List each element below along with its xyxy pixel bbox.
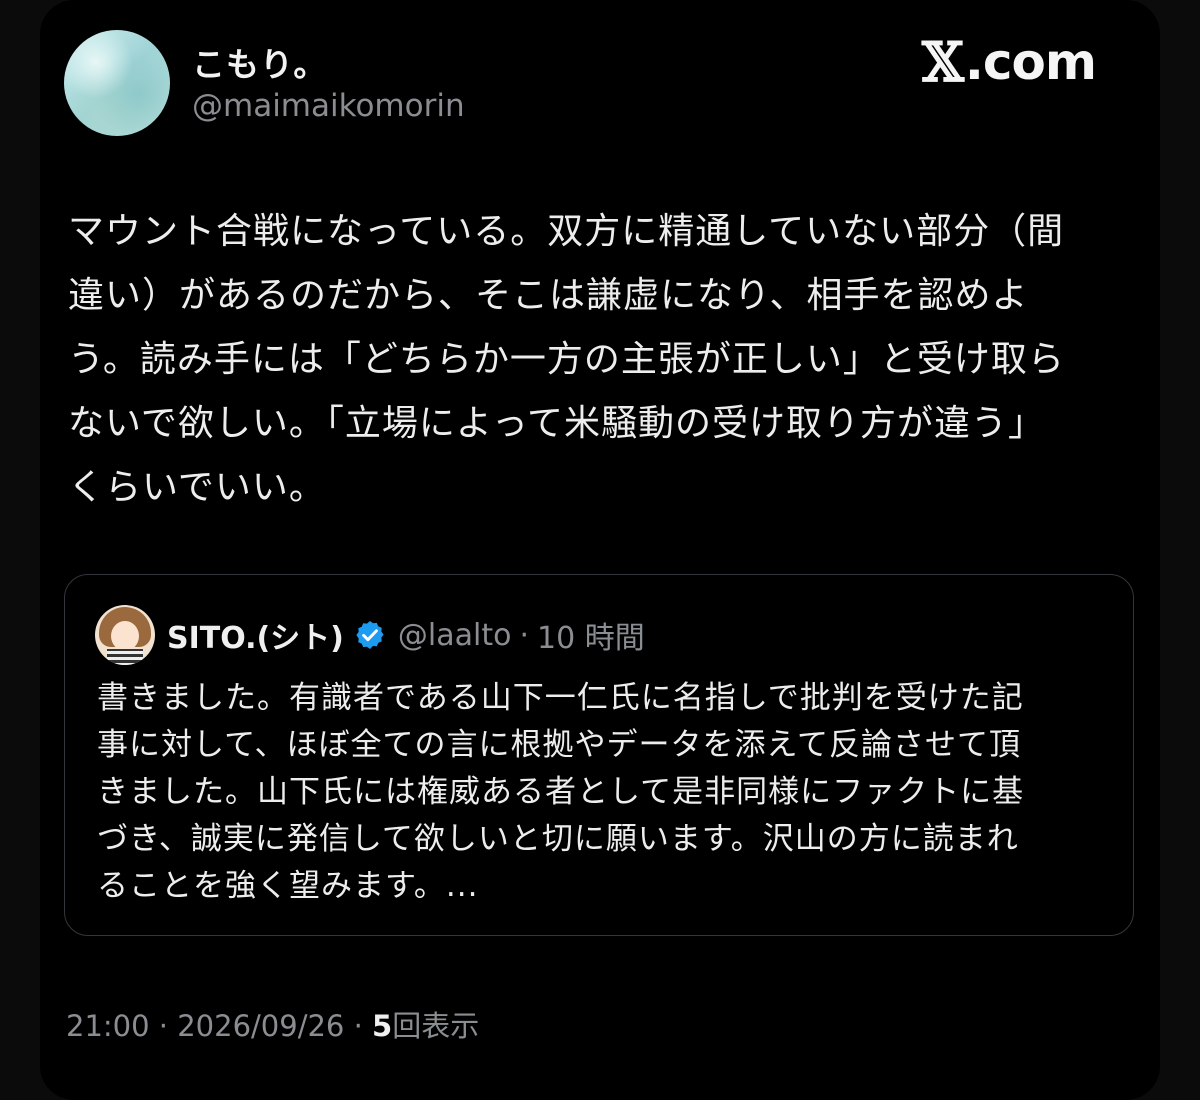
post-text-line: う。読み手には「どちらか一方の主張が正しい」と受け取ら xyxy=(68,339,1065,380)
meta-separator: · xyxy=(158,1009,169,1043)
post-text-line: ないで欲しい。「立場によって米騒動の受け取り方が違う」 xyxy=(68,403,1046,444)
quoted-text-line: づき、誠実に発信して欲しいと切に願います。沢山の方に読まれ xyxy=(97,821,1019,857)
quoted-post[interactable]: SITO.(シト) @laalto · 10 時間 書きました。有識者である山下… xyxy=(64,574,1134,936)
quoted-separator: · xyxy=(519,617,530,653)
views-label: 回表示 xyxy=(392,1009,480,1043)
post-date[interactable]: 2026/09/26 xyxy=(177,1009,344,1043)
views-count[interactable]: 5 xyxy=(372,1009,392,1043)
quoted-text: 書きました。有識者である山下一仁氏に名指しで批判を受けた記 事に対して、ほぼ全て… xyxy=(97,675,1107,910)
post-text-line: くらいでいい。 xyxy=(68,467,326,508)
post-text: マウント合戦になっている。双方に精通していない部分（間 違い）があるのだから、そ… xyxy=(68,200,1138,520)
avatar-shirt xyxy=(107,649,143,665)
quoted-text-line: 事に対して、ほぼ全ての言に根拠やデータを添えて反論させて頂 xyxy=(97,727,1021,763)
post-meta: 21:00 · 2026/09/26 · 5回表示 xyxy=(66,1003,479,1045)
quoted-timestamp[interactable]: 10 時間 xyxy=(537,613,645,657)
post-text-line: 違い）があるのだから、そこは謙虚になり、相手を認めよ xyxy=(68,275,1029,316)
avatar-face xyxy=(111,621,139,651)
quoted-text-line: きました。山下氏には権威ある者として是非同様にファクトに基 xyxy=(97,774,1025,810)
author-handle[interactable]: @maimaikomorin xyxy=(192,88,465,124)
quoted-author-handle[interactable]: @laalto xyxy=(398,618,512,653)
verified-badge-icon xyxy=(356,621,384,649)
meta-separator: · xyxy=(353,1009,363,1043)
post-time[interactable]: 21:00 xyxy=(66,1009,150,1043)
quoted-author-name[interactable]: SITO.(シト) xyxy=(167,613,344,657)
author-display-name[interactable]: こもり。 xyxy=(192,38,327,86)
brand-suffix: .com xyxy=(964,33,1097,91)
quoted-text-line: ることを強く望みます。... xyxy=(97,868,479,904)
x-com-logo: 𝕏 .com xyxy=(922,30,1097,94)
quoted-author-avatar[interactable] xyxy=(95,605,155,665)
post-text-line: マウント合戦になっている。双方に精通していない部分（間 xyxy=(68,211,1065,252)
quoted-text-line: 書きました。有識者である山下一仁氏に名指しで批判を受けた記 xyxy=(97,680,1024,716)
author-avatar[interactable] xyxy=(64,30,170,136)
x-logo-icon: 𝕏 xyxy=(922,30,964,94)
quoted-header: SITO.(シト) @laalto · 10 時間 xyxy=(167,613,645,657)
